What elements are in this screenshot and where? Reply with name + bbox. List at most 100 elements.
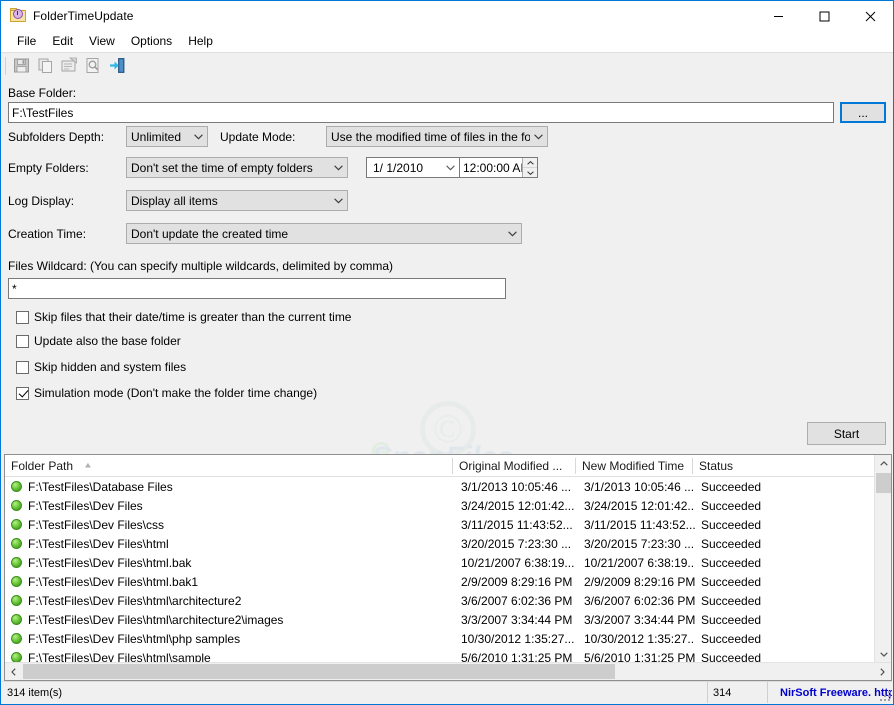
vertical-scrollbar[interactable] (874, 455, 891, 663)
vertical-scroll-thumb[interactable] (876, 473, 891, 493)
menu-edit[interactable]: Edit (44, 32, 81, 51)
menu-file[interactable]: File (9, 32, 44, 51)
cell-original-modified: 3/1/2013 10:05:46 ... (461, 479, 572, 494)
datetime-picker[interactable]: 1/ 1/2010 12:00:00 AI (366, 157, 538, 178)
cell-new-modified: 2/9/2009 8:29:16 PM (584, 574, 695, 589)
cell-folder-path: F:\TestFiles\Dev Files\html.bak1 (5, 575, 455, 589)
results-list: Folder Path ▲ Original Modified ... New … (4, 454, 892, 681)
chevron-down-icon (530, 133, 547, 140)
menu-help[interactable]: Help (180, 32, 221, 51)
cell-status: Succeeded (701, 536, 762, 551)
menu-view[interactable]: View (81, 32, 123, 51)
table-row[interactable]: F:\TestFiles\Dev Files\html\sample 5/6/2… (5, 648, 875, 662)
scroll-left-icon[interactable] (5, 663, 22, 680)
column-header-new-modified[interactable]: New Modified Time (576, 455, 692, 476)
cell-status: Succeeded (701, 479, 762, 494)
table-row[interactable]: F:\TestFiles\Dev Files\html\php samples … (5, 629, 875, 648)
maximize-button[interactable] (801, 1, 847, 31)
status-credit-link[interactable]: NirSoft Freeware. http (768, 682, 892, 703)
horizontal-scrollbar[interactable] (5, 662, 891, 680)
folder-path-text: F:\TestFiles\Dev Files (28, 498, 143, 513)
cell-new-modified: 5/6/2010 1:31:25 PM (584, 650, 695, 663)
base-folder-input[interactable]: F:\TestFiles (8, 102, 834, 123)
checkbox-skip-future-files[interactable]: Skip files that their date/time is great… (16, 310, 351, 324)
list-header: Folder Path ▲ Original Modified ... New … (5, 455, 891, 477)
checkbox-box-icon[interactable] (16, 310, 29, 324)
table-row[interactable]: F:\TestFiles\Database Files 3/1/2013 10:… (5, 477, 875, 496)
empty-folders-label: Empty Folders: (8, 161, 89, 175)
folder-path-text: F:\TestFiles\Dev Files\css (28, 517, 165, 532)
table-row[interactable]: F:\TestFiles\Dev Files\css 3/11/2015 11:… (5, 515, 875, 534)
cell-status: Succeeded (701, 631, 762, 646)
scroll-right-icon[interactable] (874, 663, 891, 680)
window-title: FolderTimeUpdate (33, 9, 134, 23)
checkbox-update-base-folder[interactable]: Update also the base folder (16, 334, 181, 348)
menu-options[interactable]: Options (123, 32, 180, 51)
column-header-original-modified[interactable]: Original Modified ... (453, 455, 575, 476)
status-success-icon (11, 576, 22, 587)
table-row[interactable]: F:\TestFiles\Dev Files\html.bak 10/21/20… (5, 553, 875, 572)
scroll-down-icon[interactable] (875, 646, 891, 663)
folder-path-text: F:\TestFiles\Dev Files\html\php samples (28, 631, 241, 646)
table-row[interactable]: F:\TestFiles\Dev Files\html\architecture… (5, 591, 875, 610)
exit-icon[interactable] (106, 55, 128, 77)
checkbox-skip-hidden-system[interactable]: Skip hidden and system files (16, 360, 186, 374)
status-success-icon (11, 519, 22, 530)
empty-folders-select[interactable]: Don't set the time of empty folders (126, 157, 348, 178)
resize-grip-icon[interactable] (880, 691, 890, 701)
checkbox-box-icon[interactable] (16, 360, 29, 374)
cell-folder-path: F:\TestFiles\Dev Files\html\php samples (5, 632, 455, 646)
find-icon[interactable] (82, 55, 104, 77)
cell-original-modified: 10/21/2007 6:38:19... (461, 555, 575, 570)
spinner-down-icon[interactable] (523, 168, 537, 177)
date-value[interactable]: 1/ 1/2010 (367, 158, 441, 177)
table-row[interactable]: F:\TestFiles\Dev Files\html\architecture… (5, 610, 875, 629)
folder-path-text: F:\TestFiles\Dev Files\html.bak1 (28, 574, 199, 589)
cell-status: Succeeded (701, 517, 762, 532)
save-icon[interactable] (10, 55, 32, 77)
cell-status: Succeeded (701, 498, 762, 513)
checkbox-box-icon[interactable] (16, 334, 29, 348)
update-mode-select[interactable]: Use the modified time of files in the fo… (326, 126, 548, 147)
cell-folder-path: F:\TestFiles\Dev Files\css (5, 518, 455, 532)
cell-folder-path: F:\TestFiles\Dev Files\html\sample (5, 651, 455, 662)
column-header-status[interactable]: Status (693, 455, 873, 476)
list-body: F:\TestFiles\Database Files 3/1/2013 10:… (5, 477, 875, 662)
log-display-label: Log Display: (8, 194, 75, 208)
chevron-down-icon[interactable] (441, 158, 459, 177)
creation-time-select[interactable]: Don't update the created time (126, 223, 522, 244)
scroll-up-icon[interactable] (875, 455, 891, 472)
horizontal-scroll-thumb[interactable] (23, 664, 615, 679)
table-row[interactable]: F:\TestFiles\Dev Files\html 3/20/2015 7:… (5, 534, 875, 553)
cell-folder-path: F:\TestFiles\Dev Files\html\architecture… (5, 594, 455, 608)
status-success-icon (11, 538, 22, 549)
start-button[interactable]: Start (807, 422, 886, 445)
subfolders-depth-select[interactable]: Unlimited (126, 126, 208, 147)
cell-original-modified: 3/11/2015 11:43:52... (461, 517, 573, 532)
close-button[interactable] (847, 1, 893, 31)
time-value[interactable]: 12:00:00 AI (460, 158, 522, 177)
column-label: Folder Path (11, 458, 74, 473)
subfolders-depth-label: Subfolders Depth: (8, 130, 105, 144)
folder-path-text: F:\TestFiles\Dev Files\html\architecture… (28, 612, 284, 627)
time-spinner[interactable] (522, 158, 537, 177)
status-success-icon (11, 595, 22, 606)
menu-bar: File Edit View Options Help (1, 31, 893, 52)
table-row[interactable]: F:\TestFiles\Dev Files\html.bak1 2/9/200… (5, 572, 875, 591)
folder-path-text: F:\TestFiles\Dev Files\html\architecture… (28, 593, 242, 608)
minimize-button[interactable] (755, 1, 801, 31)
window-controls (755, 1, 893, 31)
files-wildcard-input[interactable]: * (8, 278, 506, 299)
html-report-icon[interactable] (58, 55, 80, 77)
copy-icon[interactable] (34, 55, 56, 77)
checkbox-simulation-mode[interactable]: Simulation mode (Don't make the folder t… (16, 386, 317, 400)
column-header-folder-path[interactable]: Folder Path ▲ (5, 455, 452, 476)
spinner-up-icon[interactable] (523, 158, 537, 168)
folder-path-text: F:\TestFiles\Dev Files\html (28, 536, 169, 551)
browse-button[interactable]: ... (840, 102, 886, 123)
checkbox-check-icon[interactable] (16, 386, 29, 400)
files-wildcard-label: Files Wildcard: (You can specify multipl… (8, 259, 394, 273)
log-display-select[interactable]: Display all items (126, 190, 348, 211)
cell-original-modified: 5/6/2010 1:31:25 PM (461, 650, 573, 663)
table-row[interactable]: F:\TestFiles\Dev Files 3/24/2015 12:01:4… (5, 496, 875, 515)
